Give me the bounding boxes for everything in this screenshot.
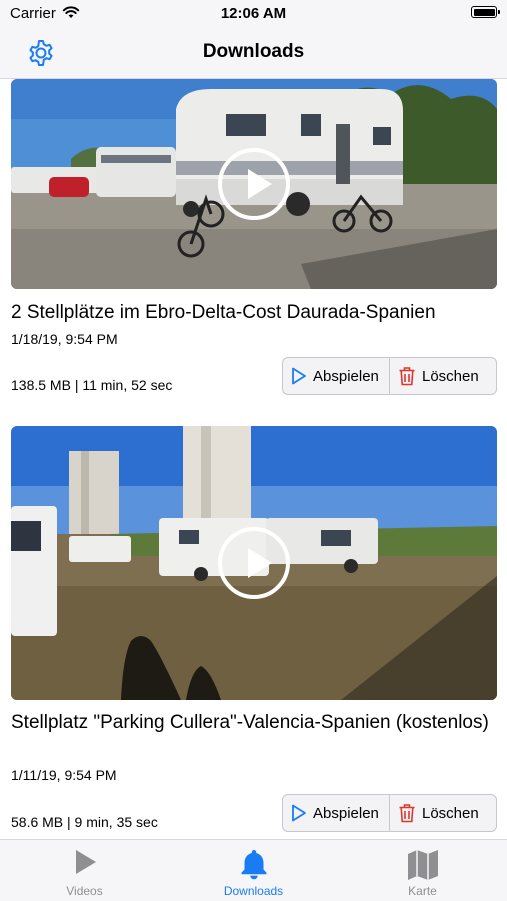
play-icon: [291, 367, 307, 385]
play-overlay-icon[interactable]: [218, 148, 290, 220]
video-thumbnail[interactable]: [11, 426, 497, 700]
delete-button[interactable]: Löschen: [389, 358, 496, 394]
video-actions: Abspielen Löschen: [282, 357, 497, 395]
bell-icon: [169, 848, 338, 880]
play-button[interactable]: Abspielen: [283, 795, 389, 831]
video-date: 1/11/19, 9:54 PM: [11, 767, 117, 783]
video-meta: 58.6 MB | 9 min, 35 sec: [11, 814, 158, 830]
video-thumbnail[interactable]: [11, 79, 497, 289]
clock: 12:06 AM: [220, 5, 287, 22]
tab-label: Downloads: [223, 884, 284, 898]
play-overlay-icon[interactable]: [218, 527, 290, 599]
video-meta: 138.5 MB | 11 min, 52 sec: [11, 377, 173, 393]
delete-button[interactable]: Löschen: [389, 795, 496, 831]
navigation-bar: Downloads: [0, 28, 507, 79]
tab-label: Videos: [66, 884, 103, 898]
video-actions: Abspielen Löschen: [282, 794, 497, 832]
play-icon: [291, 804, 307, 822]
map-icon: [338, 848, 507, 882]
tab-bar: Videos Downloads Karte: [0, 839, 507, 901]
play-button-label: Abspielen: [313, 367, 379, 385]
play-button-label: Abspielen: [313, 804, 379, 822]
downloads-list[interactable]: 2 Stellplätze im Ebro-Delta-Cost Daurada…: [0, 79, 507, 839]
delete-button-label: Löschen: [422, 804, 479, 822]
delete-button-label: Löschen: [422, 367, 479, 385]
battery-icon: [471, 6, 500, 18]
video-title: 2 Stellplätze im Ebro-Delta-Cost Daurada…: [11, 302, 436, 323]
video-date: 1/18/19, 9:54 PM: [11, 331, 118, 347]
video-title: Stellplatz "Parking Cullera"-Valencia-Sp…: [11, 712, 489, 733]
page-title: Downloads: [202, 41, 305, 62]
tab-karte[interactable]: Karte: [338, 840, 507, 901]
tab-downloads[interactable]: Downloads: [169, 840, 338, 901]
trash-icon: [398, 803, 416, 823]
play-button[interactable]: Abspielen: [283, 358, 389, 394]
tab-videos[interactable]: Videos: [0, 840, 169, 901]
play-icon: [0, 848, 169, 876]
tab-label: Karte: [408, 884, 437, 898]
status-bar: Carrier 12:06 AM: [0, 0, 507, 28]
trash-icon: [398, 366, 416, 386]
